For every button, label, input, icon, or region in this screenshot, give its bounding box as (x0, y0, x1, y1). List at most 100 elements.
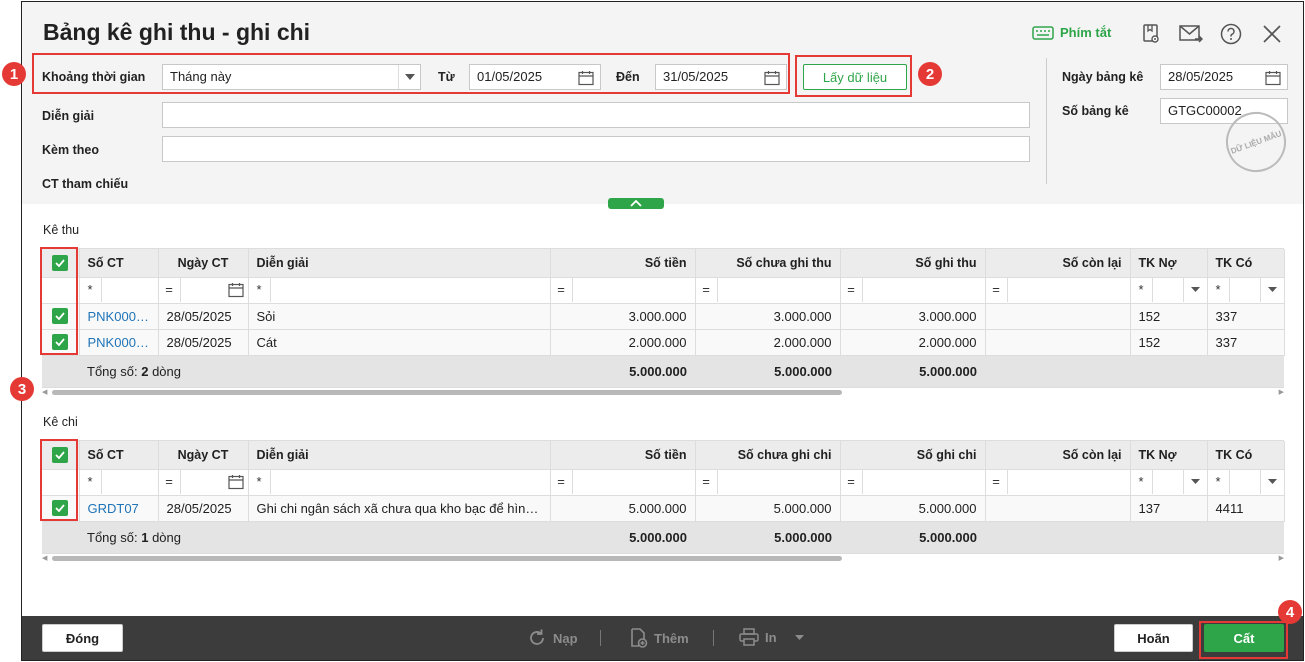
filter-cell[interactable]: * (1207, 469, 1285, 496)
cancel-button[interactable]: Hoãn (1114, 624, 1193, 652)
column-header[interactable]: Số CT (79, 441, 159, 470)
calendar-icon[interactable] (1265, 70, 1281, 86)
send-mail-icon[interactable] (1178, 21, 1204, 47)
cell: 3.000.000 (550, 303, 696, 330)
document-link[interactable]: GRDT07 (79, 495, 159, 522)
filter-cell[interactable]: * (248, 277, 551, 304)
chevron-down-icon[interactable] (1182, 469, 1207, 494)
filter-operator[interactable]: = (841, 277, 863, 302)
help-icon[interactable] (1218, 21, 1244, 47)
filter-operator[interactable]: * (249, 469, 271, 494)
horizontal-scrollbar[interactable]: ◀ ▶ (42, 554, 1284, 562)
filter-operator[interactable]: * (1208, 277, 1230, 302)
scrollbar-thumb[interactable] (52, 390, 842, 395)
filter-cell[interactable]: = (840, 277, 986, 304)
cell: 28/05/2025 (158, 495, 249, 522)
filter-row: * = * = = = = * * (42, 469, 1285, 496)
reload-button[interactable]: Nạp (527, 628, 578, 648)
filter-cell[interactable]: = (158, 277, 249, 304)
total-row: Tổng số: 1 dòng 5.000.000 5.000.000 5.00… (42, 521, 1284, 554)
filter-operator[interactable]: * (1131, 469, 1153, 494)
column-header[interactable]: Số chưa ghi chi (695, 441, 841, 470)
collapse-toggle[interactable] (608, 198, 664, 209)
column-header[interactable]: Số CT (79, 249, 159, 278)
add-button[interactable]: Thêm (628, 628, 689, 648)
filter-operator[interactable]: = (696, 469, 718, 494)
column-header[interactable]: Số còn lại (985, 249, 1131, 278)
filter-cell[interactable]: * (248, 469, 551, 496)
total-suffix: dòng (152, 363, 181, 379)
cell: 2.000.000 (550, 329, 696, 356)
column-header[interactable]: TK Nợ (1130, 441, 1208, 470)
filter-operator[interactable]: = (696, 277, 718, 302)
filter-cell[interactable]: = (985, 277, 1131, 304)
filter-cell[interactable]: = (985, 469, 1131, 496)
cell: 137 (1130, 495, 1208, 522)
column-header[interactable]: Số ghi thu (840, 249, 986, 278)
filter-cell[interactable]: = (550, 277, 696, 304)
print-button[interactable]: In (739, 628, 804, 646)
filter-cell[interactable]: * (1130, 277, 1208, 304)
sheet-date-input[interactable]: 28/05/2025 (1160, 64, 1288, 90)
highlight-box (1199, 621, 1288, 659)
column-header[interactable]: Số còn lại (985, 441, 1131, 470)
scrollbar-thumb[interactable] (52, 556, 842, 561)
attachment-input[interactable] (162, 136, 1030, 162)
filter-operator[interactable]: * (1131, 277, 1153, 302)
total-prefix: Tổng số: (87, 529, 138, 545)
filter-cell[interactable]: * (79, 277, 159, 304)
preview-icon[interactable] (1138, 21, 1164, 47)
column-header[interactable]: Số chưa ghi thu (695, 249, 841, 278)
scroll-left-icon[interactable]: ◀ (42, 388, 47, 396)
column-header[interactable]: Ngày CT (158, 249, 249, 278)
document-link[interactable]: PNK00002 (79, 329, 159, 356)
document-link[interactable]: PNK00001 (79, 303, 159, 330)
column-header[interactable]: Ngày CT (158, 441, 249, 470)
filter-operator[interactable]: = (159, 469, 181, 494)
shortcuts-button[interactable]: Phím tắt (1032, 25, 1111, 40)
column-header[interactable]: TK Nợ (1130, 249, 1208, 278)
close-icon[interactable] (1259, 21, 1285, 47)
filter-operator[interactable]: = (841, 469, 863, 494)
cell (985, 521, 1130, 554)
filter-cell[interactable]: = (695, 469, 841, 496)
close-button[interactable]: Đóng (42, 624, 123, 652)
filter-cell[interactable]: = (695, 277, 841, 304)
table-row[interactable]: GRDT07 28/05/2025 Ghi chi ngân sách xã c… (42, 495, 1285, 522)
chevron-down-icon[interactable] (794, 634, 804, 640)
column-header[interactable]: Diễn giải (248, 249, 551, 278)
chevron-down-icon[interactable] (1259, 277, 1284, 302)
filter-operator[interactable]: = (551, 469, 573, 494)
column-header[interactable]: TK Có (1207, 441, 1285, 470)
filter-cell[interactable]: * (79, 469, 159, 496)
filter-operator[interactable]: * (249, 277, 271, 302)
scroll-right-icon[interactable]: ▶ (1279, 554, 1284, 562)
filter-operator[interactable]: = (159, 277, 181, 302)
column-header[interactable]: Số ghi chi (840, 441, 986, 470)
horizontal-scrollbar[interactable]: ◀ ▶ (42, 388, 1284, 396)
filter-operator[interactable]: * (1208, 469, 1230, 494)
column-header[interactable]: Diễn giải (248, 441, 551, 470)
scroll-left-icon[interactable]: ◀ (42, 554, 47, 562)
column-header[interactable]: Số tiền (550, 441, 696, 470)
filter-cell[interactable]: = (158, 469, 249, 496)
filter-operator[interactable]: * (80, 469, 102, 494)
filter-operator[interactable]: = (551, 277, 573, 302)
description-input[interactable] (162, 102, 1030, 128)
filter-operator[interactable]: = (986, 469, 1008, 494)
filter-cell[interactable]: = (840, 469, 986, 496)
calendar-icon[interactable] (227, 474, 244, 490)
filter-operator[interactable]: = (986, 277, 1008, 302)
filter-cell[interactable]: = (550, 469, 696, 496)
chevron-down-icon[interactable] (1182, 277, 1207, 302)
filter-cell[interactable]: * (1130, 469, 1208, 496)
column-header[interactable]: TK Có (1207, 249, 1285, 278)
calendar-icon[interactable] (227, 282, 244, 298)
filter-operator[interactable]: * (80, 277, 102, 302)
filter-cell[interactable]: * (1207, 277, 1285, 304)
table-row[interactable]: PNK00002 28/05/2025 Cát 2.000.000 2.000.… (42, 329, 1285, 356)
table-row[interactable]: PNK00001 28/05/2025 Sỏi 3.000.000 3.000.… (42, 303, 1285, 330)
column-header[interactable]: Số tiền (550, 249, 696, 278)
chevron-down-icon[interactable] (1259, 469, 1284, 494)
scroll-right-icon[interactable]: ▶ (1279, 388, 1284, 396)
